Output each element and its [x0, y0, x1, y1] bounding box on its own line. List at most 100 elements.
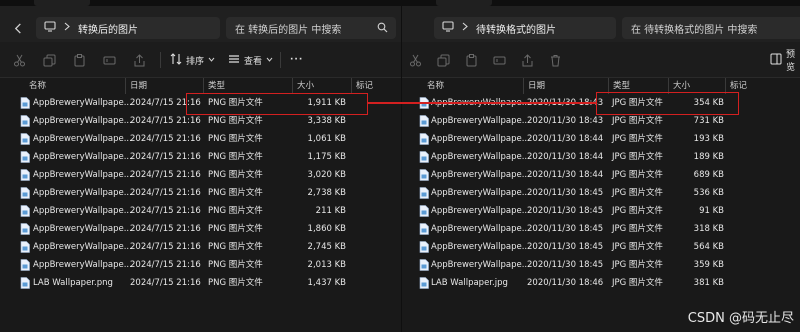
column-type[interactable]: 类型	[203, 78, 225, 94]
file-type: JPG 图片文件	[612, 134, 663, 144]
breadcrumb[interactable]: 待转换格式的图片	[434, 17, 616, 39]
image-file-icon	[419, 151, 429, 163]
file-date: 2024/7/15 21:16	[130, 278, 201, 288]
search-input[interactable]: 在 转换后的图片 中搜索	[226, 17, 396, 39]
right-explorer-window: 待转换格式的图片 在 待转换格式的图片 中搜索 预览 名称 日期 类型 大小 标…	[402, 0, 800, 332]
column-date[interactable]: 日期	[523, 78, 545, 94]
paste-icon[interactable]	[464, 53, 478, 67]
file-name: AppBreweryWallpape...	[431, 206, 530, 216]
file-size: 3,020 KB	[307, 170, 346, 180]
file-date: 2024/7/15 21:16	[130, 188, 201, 198]
file-row[interactable]: AppBreweryWallpape... 2020/11/30 18:44 JPG…	[402, 148, 800, 166]
file-row[interactable]: AppBreweryWallpape... 2020/11/30 18:44 JPG…	[402, 130, 800, 148]
file-name: AppBreweryWallpape...	[33, 116, 132, 126]
cut-icon[interactable]	[12, 53, 26, 67]
highlight-box-jpg-size	[596, 92, 739, 115]
preview-label: 预览	[786, 50, 796, 73]
cut-icon[interactable]	[408, 53, 422, 67]
file-row[interactable]: AppBreweryWallpape... 2024/7/15 21:16 PNG …	[0, 130, 401, 148]
file-name: LAB Wallpaper.jpg	[431, 278, 508, 288]
image-file-icon	[419, 169, 429, 181]
search-input[interactable]: 在 待转换格式的图片 中搜索	[622, 17, 800, 39]
file-type: PNG 图片文件	[208, 260, 263, 270]
sort-label: 排序	[186, 56, 205, 67]
file-size: 2,013 KB	[307, 260, 346, 270]
file-type: PNG 图片文件	[208, 134, 263, 144]
highlight-box-png-size	[186, 93, 368, 115]
monitor-icon	[442, 21, 454, 35]
file-row[interactable]: AppBreweryWallpape... 2024/7/15 21:16 PNG …	[0, 166, 401, 184]
more-button[interactable]: ···	[290, 52, 303, 68]
file-size: 689 KB	[693, 170, 724, 180]
view-button[interactable]: 查看	[228, 52, 273, 68]
file-name: AppBreweryWallpape...	[33, 152, 132, 162]
file-row[interactable]: AppBreweryWallpape... 2024/7/15 21:16 PNG …	[0, 202, 401, 220]
file-name: AppBreweryWallpape...	[33, 98, 132, 108]
file-size: 1,175 KB	[307, 152, 346, 162]
rename-icon[interactable]	[102, 53, 116, 67]
toolbar-separator	[280, 52, 281, 68]
paste-icon[interactable]	[72, 53, 86, 67]
file-size: 193 KB	[693, 134, 724, 144]
file-date: 2020/11/30 18:45	[527, 224, 604, 234]
file-row[interactable]: AppBreweryWallpape... 2024/7/15 21:16 PNG …	[0, 256, 401, 274]
rename-icon[interactable]	[492, 53, 506, 67]
file-name: AppBreweryWallpape...	[431, 224, 530, 234]
file-row[interactable]: LAB Wallpaper.jpg 2020/11/30 18:46 JPG 图片文…	[402, 274, 800, 292]
file-row[interactable]: LAB Wallpaper.png 2024/7/15 21:16 PNG 图片文件…	[0, 274, 401, 292]
file-row[interactable]: AppBreweryWallpape... 2020/11/30 18:45 JPG…	[402, 184, 800, 202]
breadcrumb[interactable]: 转换后的图片	[36, 17, 220, 39]
monitor-icon	[44, 21, 56, 35]
column-name[interactable]: 名称	[24, 78, 46, 94]
file-size: 189 KB	[693, 152, 724, 162]
column-size[interactable]: 大小	[292, 78, 314, 94]
breadcrumb-folder[interactable]: 待转换格式的图片	[476, 21, 556, 36]
breadcrumb-folder[interactable]: 转换后的图片	[78, 21, 138, 36]
column-name[interactable]: 名称	[422, 78, 444, 94]
file-row[interactable]: AppBreweryWallpape... 2020/11/30 18:44 JPG…	[402, 166, 800, 184]
column-date[interactable]: 日期	[125, 78, 147, 94]
file-date: 2020/11/30 18:43	[527, 116, 604, 126]
file-type: JPG 图片文件	[612, 278, 663, 288]
share-icon[interactable]	[132, 53, 146, 67]
copy-icon[interactable]	[42, 53, 56, 67]
delete-icon[interactable]	[548, 53, 562, 67]
image-file-icon	[419, 223, 429, 235]
image-file-icon	[20, 151, 30, 163]
file-row[interactable]: AppBreweryWallpape... 2024/7/15 21:16 PNG …	[0, 148, 401, 166]
image-file-icon	[20, 241, 30, 253]
sort-button[interactable]: 排序	[170, 52, 215, 68]
watermark: CSDN @码无止尽	[687, 311, 794, 326]
image-file-icon	[20, 259, 30, 271]
view-label: 查看	[244, 56, 263, 67]
file-row[interactable]: AppBreweryWallpape... 2024/7/15 21:16 PNG …	[0, 220, 401, 238]
file-row[interactable]: AppBreweryWallpape... 2020/11/30 18:45 JPG…	[402, 220, 800, 238]
file-date: 2020/11/30 18:45	[527, 242, 604, 252]
file-row[interactable]: AppBreweryWallpape... 2020/11/30 18:45 JPG…	[402, 256, 800, 274]
file-name: AppBreweryWallpape...	[33, 134, 132, 144]
file-type: JPG 图片文件	[612, 224, 663, 234]
file-size: 2,745 KB	[307, 242, 346, 252]
preview-button[interactable]: 预览	[770, 50, 800, 73]
file-type: JPG 图片文件	[612, 260, 663, 270]
search-icon[interactable]	[377, 22, 388, 36]
file-name: AppBreweryWallpape...	[431, 170, 530, 180]
file-name: AppBreweryWallpape...	[431, 152, 530, 162]
file-name: AppBreweryWallpape...	[33, 188, 132, 198]
image-file-icon	[20, 115, 30, 127]
image-file-icon	[419, 133, 429, 145]
search-placeholder: 在 待转换格式的图片 中搜索	[631, 24, 758, 36]
chevron-down-icon	[208, 55, 215, 65]
file-date: 2024/7/15 21:16	[130, 242, 201, 252]
share-icon[interactable]	[520, 53, 534, 67]
file-row[interactable]: AppBreweryWallpape... 2024/7/15 21:16 PNG …	[0, 184, 401, 202]
file-row[interactable]: AppBreweryWallpape... 2020/11/30 18:45 JPG…	[402, 202, 800, 220]
column-tag[interactable]: 标记	[351, 78, 373, 94]
file-row[interactable]: AppBreweryWallpape... 2024/7/15 21:16 PNG …	[0, 238, 401, 256]
image-file-icon	[20, 169, 30, 181]
back-icon[interactable]	[10, 20, 26, 36]
image-file-icon	[419, 241, 429, 253]
copy-icon[interactable]	[436, 53, 450, 67]
file-date: 2024/7/15 21:16	[130, 134, 201, 144]
file-row[interactable]: AppBreweryWallpape... 2020/11/30 18:45 JPG…	[402, 238, 800, 256]
